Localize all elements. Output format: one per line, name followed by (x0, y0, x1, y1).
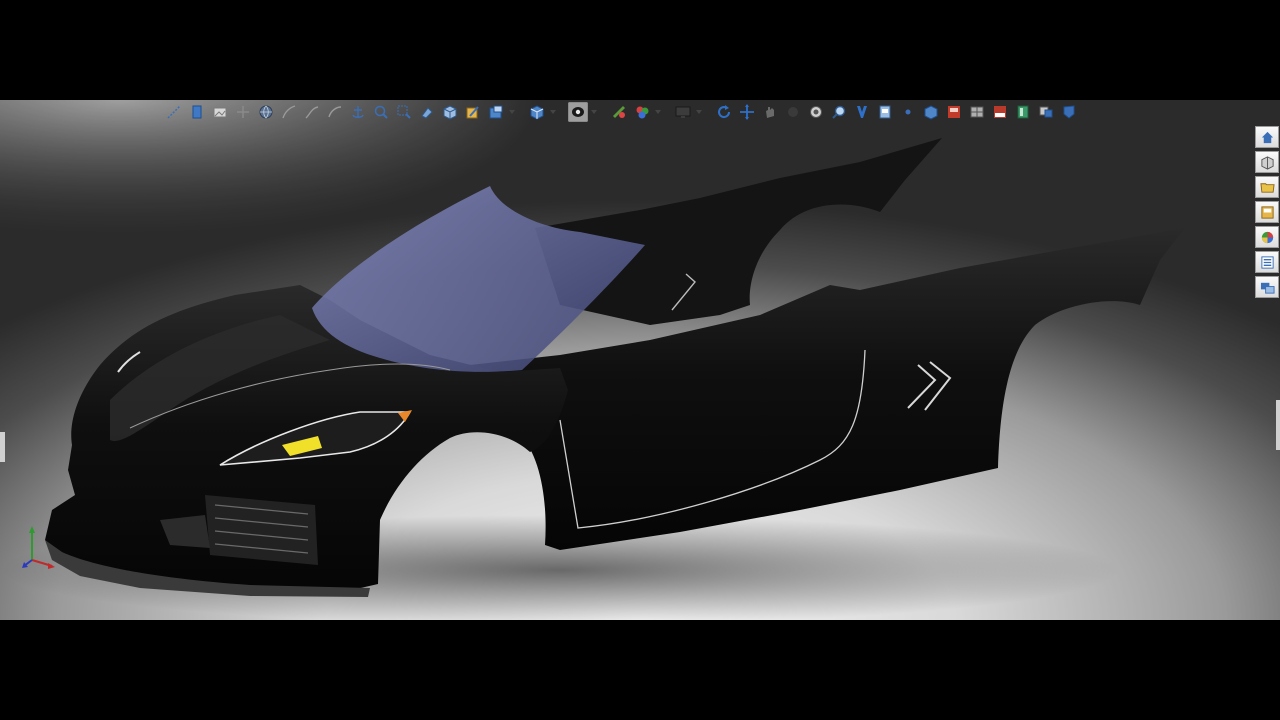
right-panel-handle[interactable] (1276, 400, 1280, 450)
curve3-icon[interactable] (325, 102, 345, 122)
dropdown-arrow-icon[interactable] (591, 102, 597, 122)
curve-icon[interactable] (279, 102, 299, 122)
curve2-icon[interactable] (302, 102, 322, 122)
custom-properties-icon[interactable] (1255, 251, 1279, 273)
dropdown-arrow-icon[interactable] (550, 102, 556, 122)
image-icon[interactable] (210, 102, 230, 122)
car-body-model[interactable] (0, 100, 1280, 620)
appearances-icon[interactable] (1255, 226, 1279, 248)
heads-up-view-toolbar (164, 101, 1079, 123)
rotate-icon[interactable] (714, 102, 734, 122)
toolbar-separator (518, 103, 524, 121)
folder-icon[interactable] (1255, 176, 1279, 198)
pan-icon[interactable] (737, 102, 757, 122)
left-panel-toggle[interactable] (0, 432, 5, 462)
parts-icon[interactable] (1255, 151, 1279, 173)
letterbox-top (0, 0, 1280, 100)
toolbar-separator (664, 103, 670, 121)
dropdown-arrow-icon[interactable] (696, 102, 702, 122)
measure-icon[interactable] (164, 102, 184, 122)
magnify-icon[interactable] (829, 102, 849, 122)
task-pane-tabs (1255, 126, 1279, 298)
tool-icon[interactable] (852, 102, 872, 122)
sketch-blue-icon[interactable] (187, 102, 207, 122)
letterbox-bottom (0, 620, 1280, 720)
rotate-view-icon[interactable] (417, 102, 437, 122)
small-dot-icon[interactable] (898, 102, 918, 122)
toolbar-separator (559, 103, 565, 121)
parts-icon[interactable] (1036, 102, 1056, 122)
monitor-icon[interactable] (673, 102, 693, 122)
view-palette-icon[interactable] (1255, 201, 1279, 223)
arrows-icon[interactable] (233, 102, 253, 122)
windshield-glass[interactable] (312, 186, 645, 372)
graphics-area[interactable] (0, 100, 1280, 620)
home-icon[interactable] (1255, 126, 1279, 148)
windows-icon[interactable] (1255, 276, 1279, 298)
pdf-icon[interactable] (944, 102, 964, 122)
box-icon[interactable] (875, 102, 895, 122)
toolbar-separator (600, 103, 606, 121)
globe-icon[interactable] (256, 102, 276, 122)
dropdown-arrow-icon[interactable] (655, 102, 661, 122)
toolbar-separator (705, 103, 711, 121)
display-style-icon[interactable] (568, 102, 588, 122)
edit-appearance-icon[interactable] (486, 102, 506, 122)
render-icon[interactable] (921, 102, 941, 122)
shield-icon[interactable] (1059, 102, 1079, 122)
view-orientation-icon[interactable] (527, 102, 547, 122)
hand-icon[interactable] (760, 102, 780, 122)
sphere-dark-icon[interactable] (783, 102, 803, 122)
hide-show-icon[interactable] (609, 102, 629, 122)
book-icon[interactable] (1013, 102, 1033, 122)
grid-icon[interactable] (967, 102, 987, 122)
axis-triad (22, 526, 55, 569)
step-export-icon[interactable] (990, 102, 1010, 122)
dropdown-arrow-icon[interactable] (509, 102, 515, 122)
zoom-area-icon[interactable] (394, 102, 414, 122)
sphere-icon[interactable] (806, 102, 826, 122)
zoom-fit-icon[interactable] (371, 102, 391, 122)
anchor-icon[interactable] (348, 102, 368, 122)
section-view-icon[interactable] (463, 102, 483, 122)
view-cube-icon[interactable] (440, 102, 460, 122)
appearances-icon[interactable] (632, 102, 652, 122)
